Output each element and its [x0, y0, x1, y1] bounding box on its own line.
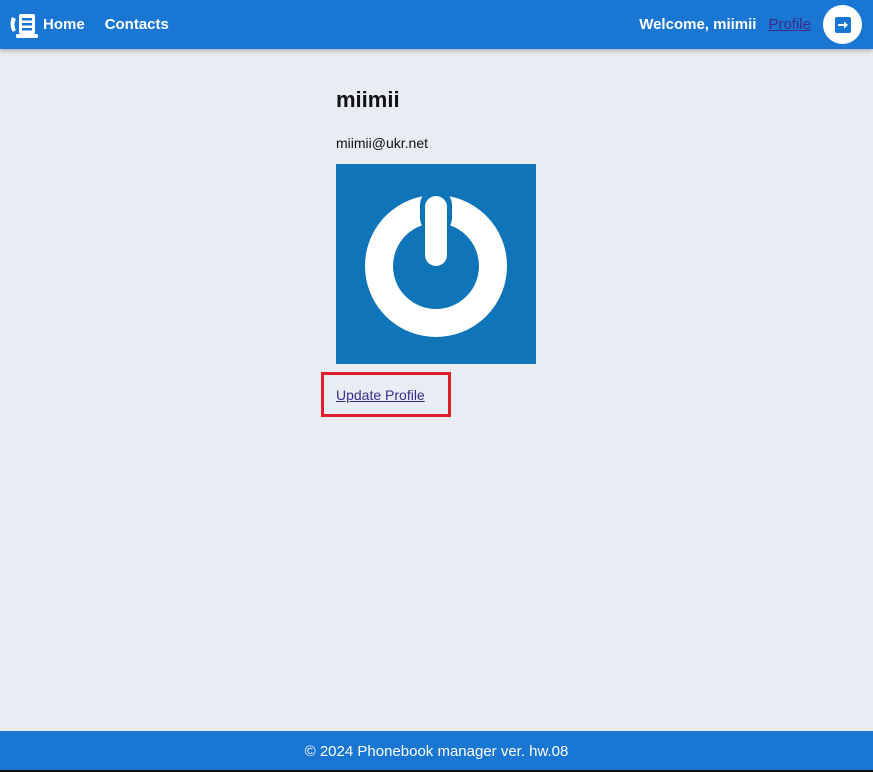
- page-footer: © 2024 Phonebook manager ver. hw.08: [0, 731, 873, 772]
- nav-home-link[interactable]: Home: [43, 16, 85, 33]
- phonebook-logo-icon[interactable]: [9, 11, 39, 39]
- profile-avatar: [336, 164, 536, 364]
- top-app-bar: Home Contacts Welcome, miimii Profile: [0, 0, 873, 49]
- profile-email: miimii@ukr.net: [336, 135, 429, 151]
- logout-button[interactable]: [823, 5, 862, 44]
- profile-page: miimii miimii@ukr.net Update Profile: [321, 86, 636, 417]
- welcome-text: Welcome, miimii: [639, 16, 757, 33]
- nav-contacts-link[interactable]: Contacts: [105, 16, 169, 33]
- update-profile-highlight: Update Profile: [321, 372, 451, 417]
- footer-copyright: © 2024 Phonebook manager ver. hw.08: [304, 743, 569, 760]
- profile-name: miimii: [336, 87, 400, 112]
- update-profile-link[interactable]: Update Profile: [336, 387, 425, 403]
- logout-arrow-icon: [834, 16, 851, 33]
- header-profile-link[interactable]: Profile: [768, 16, 811, 33]
